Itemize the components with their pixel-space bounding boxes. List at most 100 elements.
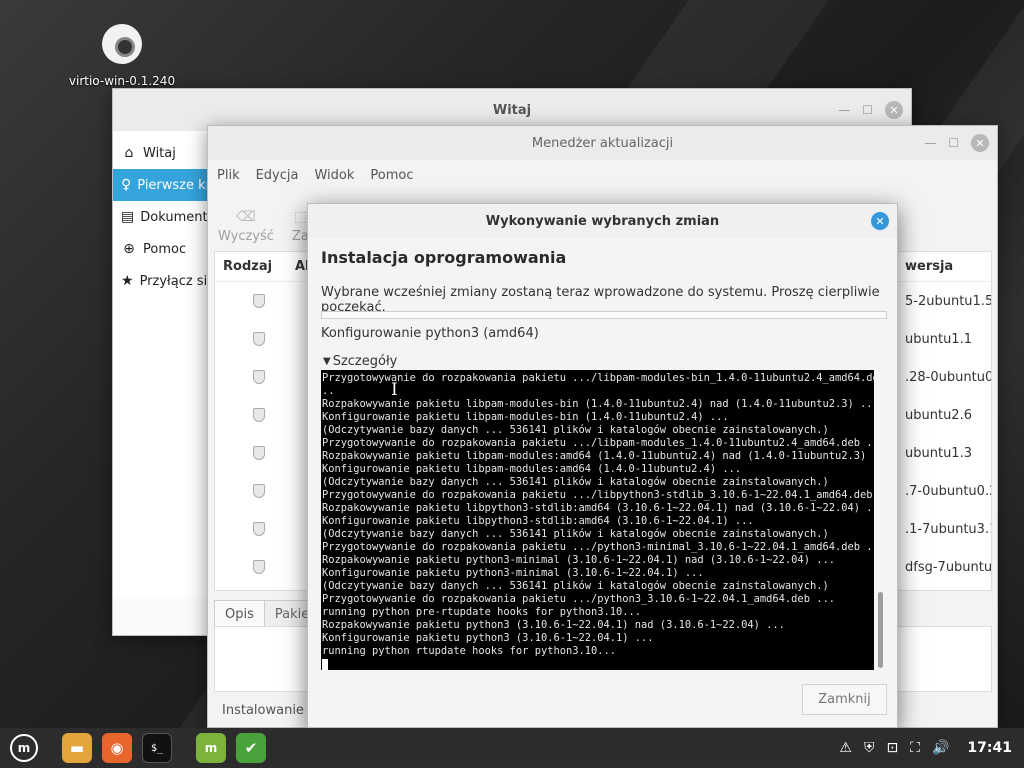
desktop-icon-virtio[interactable]: virtio-win-0.1.240 [60,24,184,88]
terminal-line: (Odczytywanie bazy danych ... 536141 pli… [322,424,829,436]
desktop-icon-label: virtio-win-0.1.240 [68,74,176,88]
close-button[interactable]: ✕ [885,101,903,119]
terminal-line: Rozpakowywanie pakietu python3-minimal (… [322,554,835,566]
lightbulb-icon: ♀ [121,177,132,193]
tab-description[interactable]: Opis [214,600,265,629]
menu-button[interactable]: m [10,734,38,762]
version-cell: 5-2ubuntu1.5 [905,293,992,309]
terminal-output[interactable]: Przygotowywanie do rozpakowania pakietu … [321,370,874,670]
sidebar-item-label: Dokumentacja [140,209,208,225]
version-cell: dfsg-7ubuntu0. [905,559,992,575]
sidebar-item-label: Przyłącz się [139,273,209,289]
shield-icon [253,408,265,422]
terminal-line: running python pre-rtupdate hooks for py… [322,606,642,618]
update-titlebar[interactable]: Menedżer aktualizacji — ☐ ✕ [208,126,997,160]
sidebar-item-help[interactable]: ⊕ Pomoc [113,233,208,265]
sidebar-item-documentation[interactable]: ▤ Dokumentacja [113,201,208,233]
menubar: Plik Edycja Widok Pomoc [208,160,997,190]
disc-icon [102,24,142,64]
terminal-prompt-line [322,658,873,670]
version-cell: ubuntu2.6 [905,407,972,423]
shield-icon [253,294,265,308]
terminal-cursor [322,659,328,670]
welcome-title: Witaj [492,102,532,118]
terminal-line: Przygotowywanie do rozpakowania pakietu … [322,437,874,449]
system-tray: ⚠ ⛨ ⊡ ⛶ 🔊 17:41 [839,728,1024,768]
update-tray-icon[interactable]: ⊡ [886,740,898,756]
shield-icon [253,522,265,536]
col-version[interactable]: wersja [905,259,953,274]
shield-tray-icon[interactable]: ⛨ [864,740,875,756]
terminal-line: running python rtupdate hooks for python… [322,645,617,657]
terminal-line: Konfigurowanie pakietu python3-minimal (… [322,567,704,579]
backspace-icon: ⌫ [236,209,256,225]
update-title: Menedżer aktualizacji [531,135,674,151]
progress-bar [321,311,887,319]
star-icon: ★ [121,273,134,289]
welcome-sidebar: ⌂ Witaj ♀ Pierwsze kroki ▤ Dokumentacja ⊕ Po… [113,131,209,597]
clear-label: Wyczyść [218,229,274,244]
firefox-icon: ◉ [110,739,124,757]
details-expander[interactable]: ▼ Szczegóły [323,354,397,369]
clock[interactable]: 17:41 [967,740,1012,756]
terminal-line: Przygotowywanie do rozpakowania pakietu … [322,372,874,384]
select-icon: ⬚ [293,209,307,225]
version-cell: .7-0ubuntu0.2 [905,483,992,499]
sidebar-item-label: Pomoc [143,241,187,257]
terminal-line: Przygotowywanie do rozpakowania pakietu … [322,593,835,605]
maximize-button[interactable]: ☐ [948,136,959,150]
menu-file[interactable]: Plik [217,168,240,183]
sidebar-item-join[interactable]: ★ Przyłącz się [113,265,208,297]
folder-icon: ▬ [69,739,85,757]
shield-icon [253,484,265,498]
terminal-line: Rozpakowywanie pakietu libpython3-stdlib… [322,502,874,514]
maximize-button[interactable]: ☐ [862,103,873,117]
terminal-line: .. [322,385,335,397]
terminal-line: (Odczytywanie bazy danych ... 536141 pli… [322,476,829,488]
scrollbar-thumb[interactable] [878,592,883,668]
lifebuoy-icon: ⊕ [123,241,135,257]
clear-button[interactable]: ⌫ Wyczyść [218,209,274,244]
alert-icon[interactable]: ⚠ [839,740,852,756]
terminal-line: Rozpakowywanie pakietu libpam-modules:am… [322,450,874,462]
terminal-scrollbar[interactable] [877,370,885,670]
shield-icon [253,560,265,574]
shield-check-icon: ✔ [244,739,258,757]
dialog-titlebar[interactable]: Wykonywanie wybranych zmian ✕ [308,204,897,238]
status-text: Instalowanie a [222,703,317,718]
minimize-button[interactable]: — [924,136,936,150]
network-icon[interactable]: ⛶ [910,740,920,756]
menu-view[interactable]: Widok [314,168,354,183]
close-button[interactable]: ✕ [971,134,989,152]
update-manager-task[interactable]: m [196,733,226,763]
close-button[interactable]: ✕ [871,212,889,230]
terminal-line: Konfigurowanie pakietu python3 (3.10.6-1… [322,632,654,644]
sidebar-item-witaj[interactable]: ⌂ Witaj [113,137,208,169]
terminal-line: Konfigurowanie pakietu libpam-modules-bi… [322,411,729,423]
menu-help[interactable]: Pomoc [370,168,413,183]
home-icon: ⌂ [124,145,134,161]
terminal-line: Konfigurowanie pakietu libpython3-stdlib… [322,515,754,527]
text-cursor-icon: I [391,380,398,400]
firefox-launcher[interactable]: ◉ [102,733,132,763]
terminal-line: Przygotowywanie do rozpakowania pakietu … [322,489,874,501]
security-task[interactable]: ✔ [236,733,266,763]
terminal-line: Przygotowywanie do rozpakowania pakietu … [322,541,874,553]
sidebar-item-label: Witaj [143,145,176,161]
dialog-heading: Instalacja oprogramowania [321,248,567,267]
menu-edit[interactable]: Edycja [256,168,299,183]
minimize-button[interactable]: — [838,103,850,117]
terminal-launcher[interactable]: $_ [142,733,172,763]
terminal-line: Konfigurowanie pakietu libpam-modules:am… [322,463,742,475]
files-launcher[interactable]: ▬ [62,733,92,763]
close-dialog-button[interactable]: Zamknij [802,684,887,715]
terminal-line: Rozpakowywanie pakietu python3 (3.10.6-1… [322,619,785,631]
col-type[interactable]: Rodzaj [223,259,295,274]
sidebar-item-label: Pierwsze kroki [137,177,208,193]
dialog-status: Konfigurowanie python3 (amd64) [321,326,539,341]
terminal-line: Rozpakowywanie pakietu libpam-modules-bi… [322,398,874,410]
version-cell: .28-0ubuntu0.2 [905,369,992,385]
sidebar-item-first-steps[interactable]: ♀ Pierwsze kroki [113,169,208,201]
shield-icon [253,332,265,346]
volume-icon[interactable]: 🔊 [932,740,949,756]
